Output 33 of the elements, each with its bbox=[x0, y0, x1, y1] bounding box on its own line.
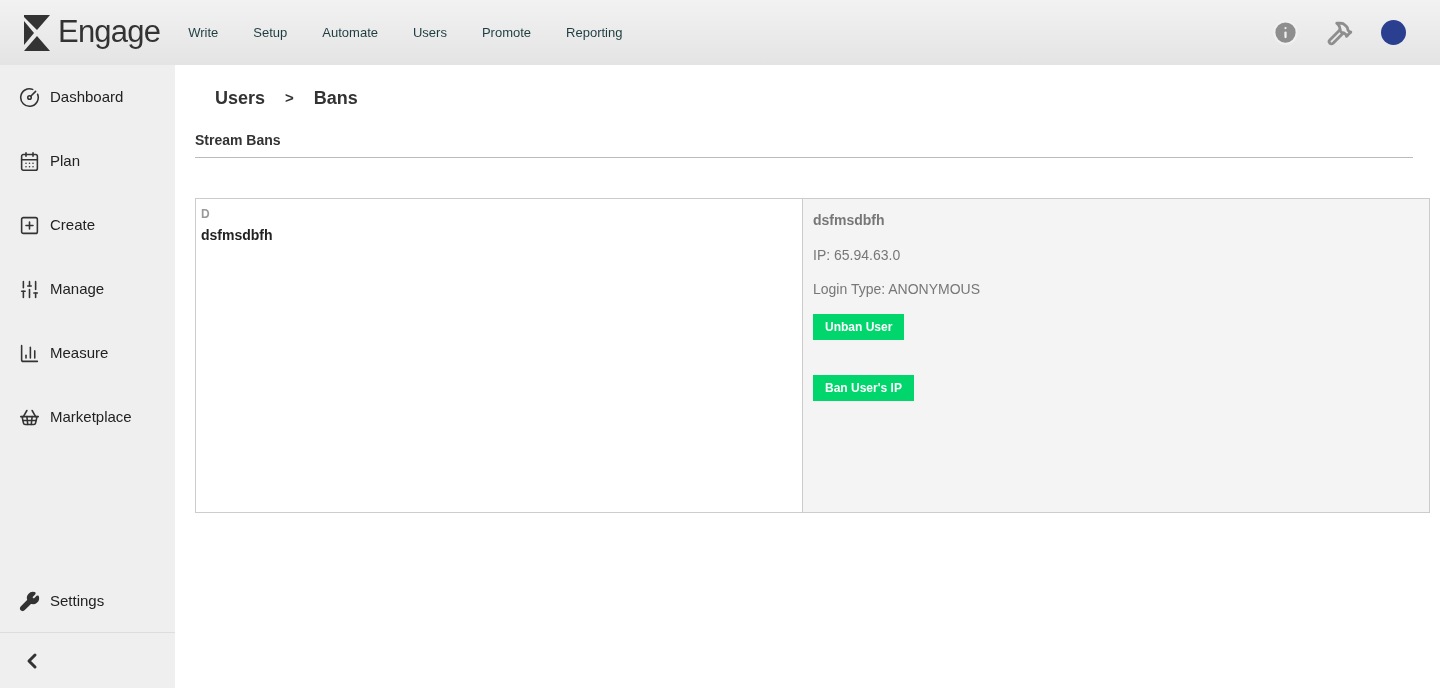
user-list-item[interactable]: dsfmsdbfh bbox=[201, 225, 797, 246]
nav-link[interactable]: Reporting bbox=[566, 22, 623, 43]
user-name: dsfmsdbfh bbox=[813, 211, 885, 230]
logo-icon bbox=[22, 12, 52, 53]
breadcrumb-link[interactable]: Bans bbox=[313, 85, 358, 112]
avatar[interactable] bbox=[1381, 20, 1406, 45]
sidebar-item[interactable]: Plan bbox=[0, 149, 175, 173]
sliders-icon bbox=[19, 278, 40, 300]
info-icon[interactable] bbox=[1272, 19, 1299, 46]
breadcrumb-link[interactable]: Users bbox=[215, 85, 266, 112]
group-letter: D bbox=[201, 206, 211, 223]
brand-name: Engage bbox=[58, 13, 161, 52]
ip-address: IP: 65.94.63.0 bbox=[813, 246, 901, 265]
plus-square-icon bbox=[19, 214, 40, 236]
sidebar-item[interactable]: Create bbox=[0, 213, 175, 237]
section-title: Stream Bans bbox=[195, 130, 1413, 158]
nav-link[interactable]: Users bbox=[413, 22, 447, 43]
nav-link[interactable]: Setup bbox=[253, 22, 288, 43]
tools-icon[interactable] bbox=[1327, 19, 1353, 46]
breadcrumb-separator: > bbox=[285, 88, 294, 109]
bar-chart-icon bbox=[19, 342, 40, 364]
nav-link[interactable]: Promote bbox=[481, 22, 532, 43]
sidebar-item[interactable]: Manage bbox=[0, 277, 175, 301]
wrench-icon bbox=[19, 590, 40, 612]
sidebar-item[interactable]: Dashboard bbox=[0, 85, 175, 109]
gauge-icon bbox=[19, 86, 40, 108]
nav-link[interactable]: Automate bbox=[322, 22, 378, 43]
sidebar-item[interactable]: Marketplace bbox=[0, 405, 175, 429]
calendar-icon bbox=[19, 150, 40, 172]
login-type: Login Type: ANONYMOUS bbox=[813, 280, 981, 299]
nav-link[interactable]: Write bbox=[188, 22, 219, 43]
sidebar-item[interactable]: Settings bbox=[0, 589, 175, 613]
sidebar-item[interactable]: Measure bbox=[0, 341, 175, 365]
